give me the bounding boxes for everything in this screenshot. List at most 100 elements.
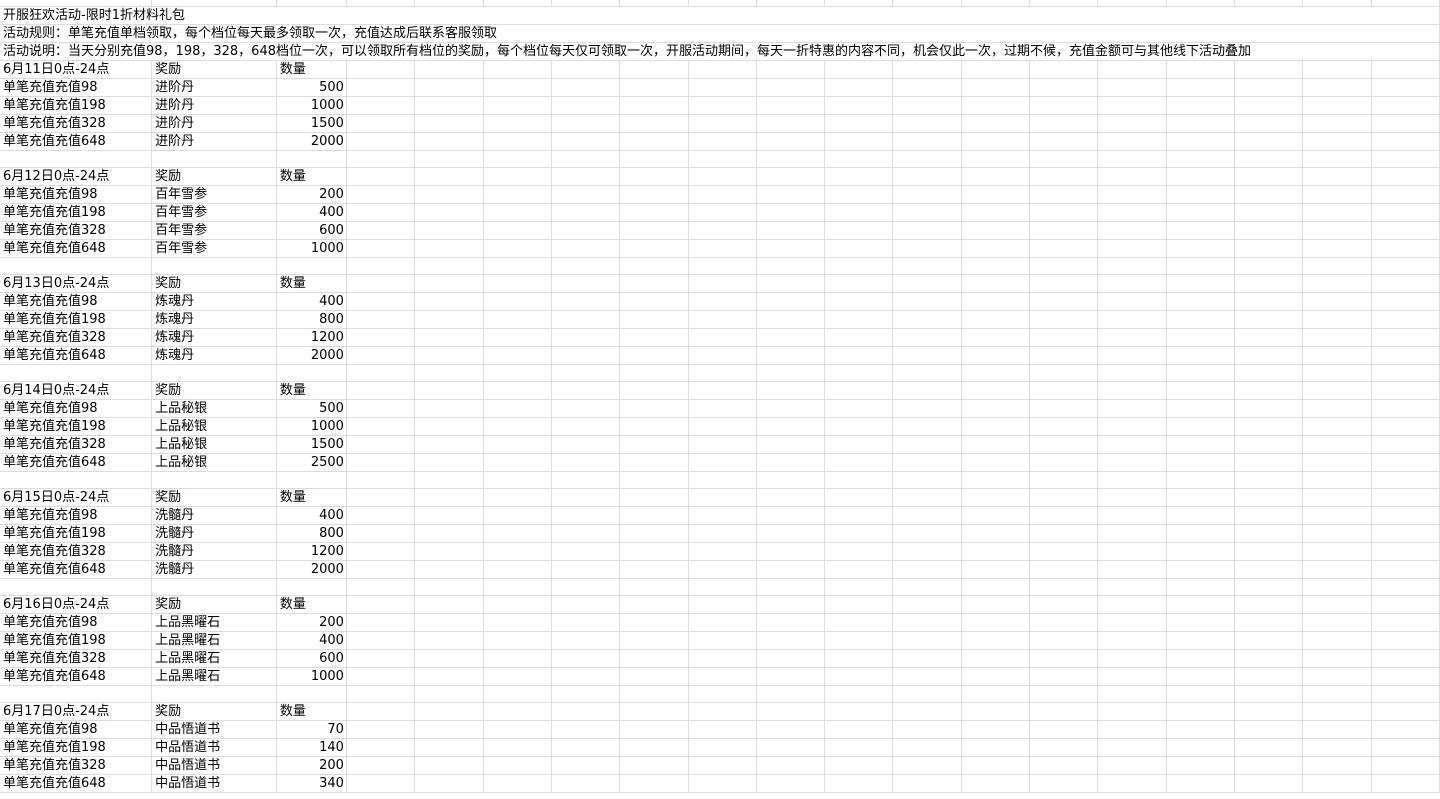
empty-cell[interactable] xyxy=(1302,578,1372,596)
empty-cell[interactable] xyxy=(892,328,962,347)
tier-cell[interactable]: 单笔充值充值198 xyxy=(0,310,153,329)
empty-cell[interactable] xyxy=(756,631,826,650)
empty-cell[interactable] xyxy=(961,114,1031,133)
empty-cell[interactable] xyxy=(483,471,552,489)
empty-cell[interactable] xyxy=(1371,631,1440,650)
empty-cell[interactable] xyxy=(1029,435,1099,454)
empty-cell[interactable] xyxy=(151,364,277,382)
empty-cell[interactable] xyxy=(892,613,962,632)
empty-cell[interactable] xyxy=(1097,560,1167,579)
tier-cell[interactable]: 单笔充值充值98 xyxy=(0,185,153,204)
tier-cell[interactable]: 单笔充值充值198 xyxy=(0,524,153,543)
empty-cell[interactable] xyxy=(551,239,621,258)
empty-cell[interactable] xyxy=(1302,506,1372,525)
empty-cell[interactable] xyxy=(688,292,757,311)
empty-cell[interactable] xyxy=(1097,702,1167,721)
empty-cell[interactable] xyxy=(1371,578,1440,596)
empty-cell[interactable] xyxy=(824,221,894,240)
empty-cell[interactable] xyxy=(1029,488,1099,507)
empty-cell[interactable] xyxy=(961,239,1031,258)
item-cell[interactable]: 上品黑曜石 xyxy=(151,631,277,650)
empty-cell[interactable] xyxy=(1302,471,1372,489)
empty-cell[interactable] xyxy=(892,167,962,186)
empty-cell[interactable] xyxy=(1097,185,1167,204)
item-cell[interactable]: 上品黑曜石 xyxy=(151,613,277,632)
empty-cell[interactable] xyxy=(824,542,894,561)
empty-cell[interactable] xyxy=(619,595,689,614)
empty-cell[interactable] xyxy=(619,613,689,632)
empty-cell[interactable] xyxy=(688,471,757,489)
empty-cell[interactable] xyxy=(1097,78,1167,97)
tier-cell[interactable]: 单笔充值充值648 xyxy=(0,774,153,793)
empty-cell[interactable] xyxy=(1097,399,1167,418)
empty-cell[interactable] xyxy=(483,346,552,365)
empty-cell[interactable] xyxy=(1166,346,1236,365)
empty-cell[interactable] xyxy=(346,328,416,347)
item-cell[interactable]: 百年雪参 xyxy=(151,221,277,240)
empty-cell[interactable] xyxy=(824,167,894,186)
empty-cell[interactable] xyxy=(551,185,621,204)
empty-cell[interactable] xyxy=(619,132,689,151)
empty-cell[interactable] xyxy=(892,381,962,400)
empty-cell[interactable] xyxy=(1234,506,1304,525)
empty-cell[interactable] xyxy=(414,453,484,472)
empty-cell[interactable] xyxy=(688,685,757,703)
empty-cell[interactable] xyxy=(619,78,689,97)
empty-cell[interactable] xyxy=(1097,221,1167,240)
empty-cell[interactable] xyxy=(756,78,826,97)
empty-cell[interactable] xyxy=(688,542,757,561)
empty-cell[interactable] xyxy=(414,524,484,543)
empty-cell[interactable] xyxy=(1302,292,1372,311)
empty-cell[interactable] xyxy=(688,578,757,596)
empty-cell[interactable] xyxy=(756,720,826,739)
empty-cell[interactable] xyxy=(346,114,416,133)
empty-cell[interactable] xyxy=(483,167,552,186)
empty-cell[interactable] xyxy=(1029,453,1099,472)
empty-cell[interactable] xyxy=(1166,702,1236,721)
empty-cell[interactable] xyxy=(1234,471,1304,489)
empty-cell[interactable] xyxy=(1097,756,1167,775)
empty-cell[interactable] xyxy=(824,310,894,329)
empty-cell[interactable] xyxy=(346,720,416,739)
empty-cell[interactable] xyxy=(1371,453,1440,472)
empty-cell[interactable] xyxy=(346,185,416,204)
empty-cell[interactable] xyxy=(619,239,689,258)
empty-cell[interactable] xyxy=(414,702,484,721)
empty-cell[interactable] xyxy=(756,649,826,668)
empty-cell[interactable] xyxy=(1166,185,1236,204)
empty-cell[interactable] xyxy=(961,542,1031,561)
empty-cell[interactable] xyxy=(619,506,689,525)
empty-cell[interactable] xyxy=(619,453,689,472)
empty-cell[interactable] xyxy=(1097,488,1167,507)
qty-cell[interactable]: 70 xyxy=(276,720,347,739)
empty-cell[interactable] xyxy=(1302,720,1372,739)
empty-cell[interactable] xyxy=(0,150,153,168)
qty-cell[interactable]: 1500 xyxy=(276,114,347,133)
empty-cell[interactable] xyxy=(414,542,484,561)
empty-cell[interactable] xyxy=(483,738,552,757)
empty-cell[interactable] xyxy=(551,488,621,507)
empty-cell[interactable] xyxy=(1302,435,1372,454)
empty-cell[interactable] xyxy=(756,114,826,133)
empty-cell[interactable] xyxy=(551,381,621,400)
empty-cell[interactable] xyxy=(892,542,962,561)
tier-cell[interactable]: 单笔充值充值648 xyxy=(0,132,153,151)
empty-cell[interactable] xyxy=(483,649,552,668)
empty-cell[interactable] xyxy=(1234,667,1304,686)
empty-cell[interactable] xyxy=(1166,292,1236,311)
empty-cell[interactable] xyxy=(1029,78,1099,97)
empty-cell[interactable] xyxy=(1302,203,1372,222)
empty-cell[interactable] xyxy=(824,78,894,97)
empty-cell[interactable] xyxy=(551,560,621,579)
empty-cell[interactable] xyxy=(756,132,826,151)
empty-cell[interactable] xyxy=(1166,257,1236,275)
empty-cell[interactable] xyxy=(619,203,689,222)
day-date-cell[interactable]: 6月15日0点-24点 xyxy=(0,488,153,507)
empty-cell[interactable] xyxy=(892,150,962,168)
empty-cell[interactable] xyxy=(483,524,552,543)
empty-cell[interactable] xyxy=(824,756,894,775)
empty-cell[interactable] xyxy=(551,453,621,472)
empty-cell[interactable] xyxy=(688,257,757,275)
empty-cell[interactable] xyxy=(1302,685,1372,703)
empty-cell[interactable] xyxy=(1371,685,1440,703)
